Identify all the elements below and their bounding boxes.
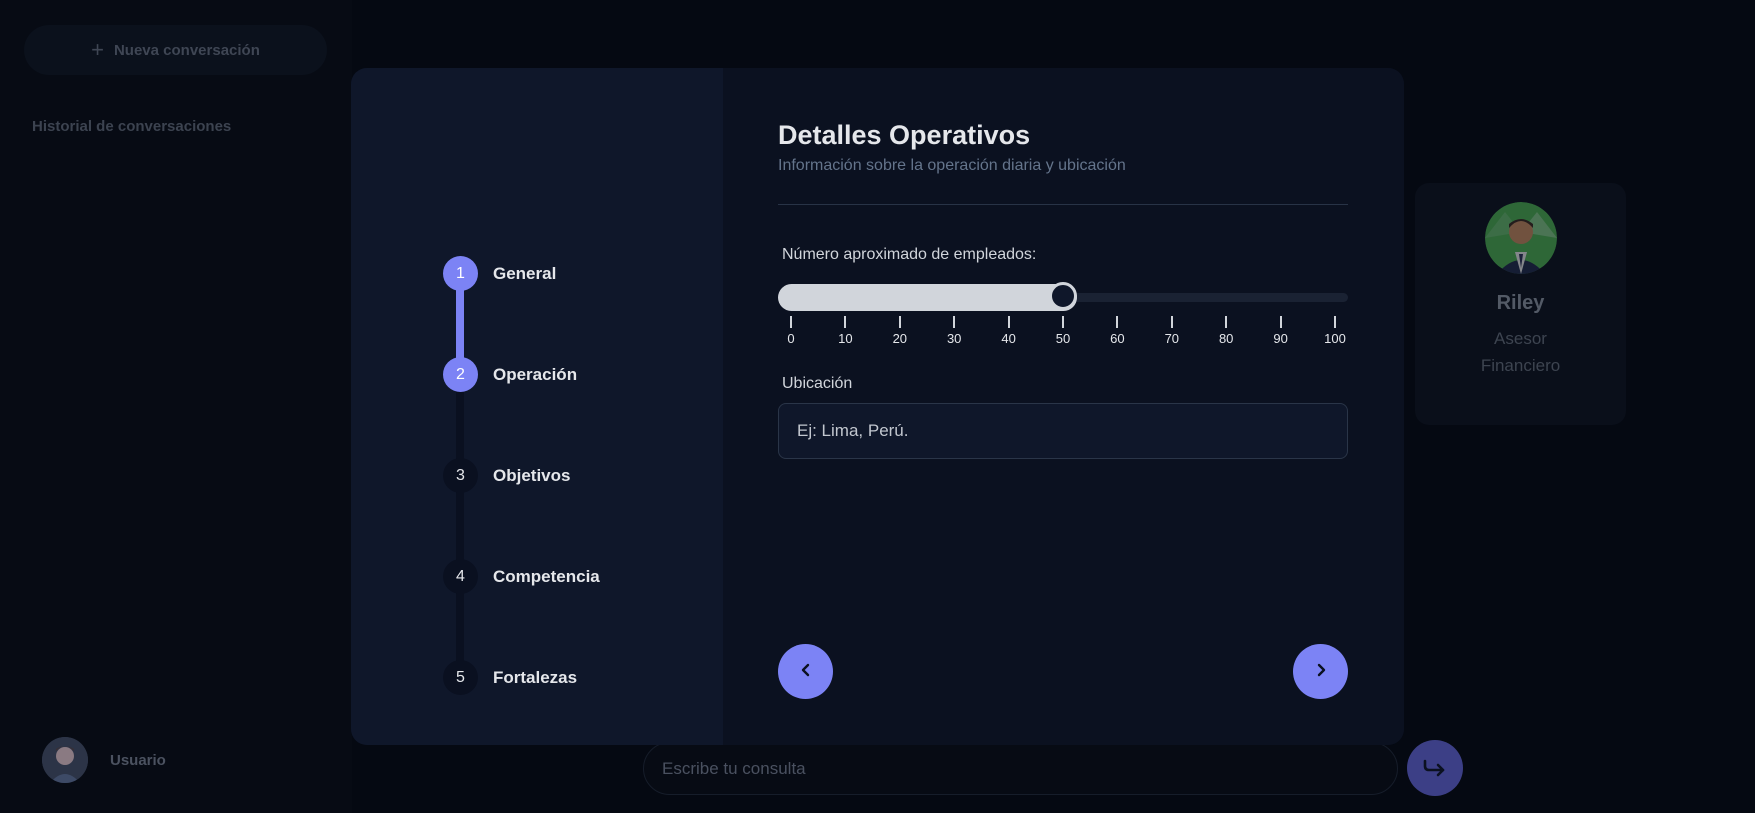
app-root: + Nueva conversación Historial de conver… xyxy=(0,0,1755,813)
advisor-name: Riley xyxy=(1496,292,1545,314)
user-profile[interactable]: Usuario xyxy=(42,737,166,783)
employees-slider[interactable] xyxy=(778,282,1348,311)
user-avatar xyxy=(42,737,88,783)
prev-button[interactable] xyxy=(778,644,833,699)
chevron-right-icon xyxy=(1314,663,1328,680)
advisor-role: Asesor Financiero xyxy=(1481,325,1560,379)
step-label: Objetivos xyxy=(493,465,571,485)
tick-mark xyxy=(898,316,901,328)
onboarding-modal: 1 General 2 Operación 3 Objetivos 4 Competencia… xyxy=(351,68,1404,745)
sidebar: + Nueva conversación Historial de conver… xyxy=(0,0,352,813)
step-label: General xyxy=(493,263,557,283)
step-2[interactable]: 2 Operación xyxy=(443,357,577,392)
advisor-card[interactable]: Riley Asesor Financiero xyxy=(1415,183,1626,425)
chat-input[interactable] xyxy=(662,758,1397,779)
step-4[interactable]: 4 Competencia xyxy=(443,559,600,594)
plus-icon: + xyxy=(91,37,104,62)
step-number: 4 xyxy=(443,559,478,594)
employees-label: Número aproximado de empleados: xyxy=(782,246,1037,263)
tick-mark xyxy=(1170,316,1173,328)
form-title: Detalles Operativos xyxy=(778,120,1031,150)
new-chat-label: Nueva conversación xyxy=(113,41,260,59)
user-name: Usuario xyxy=(110,751,166,769)
step-number: 1 xyxy=(443,256,478,291)
tick-mark xyxy=(1334,316,1336,328)
step-3[interactable]: 3 Objetivos xyxy=(443,458,570,493)
step-1[interactable]: 1 General xyxy=(443,256,556,291)
send-arrow-icon xyxy=(1422,757,1448,780)
tick-label: 10 xyxy=(838,331,853,346)
tick-label: 50 xyxy=(1055,331,1071,346)
tick-label: 40 xyxy=(1001,331,1016,346)
step-number: 3 xyxy=(443,458,478,493)
form-divider xyxy=(778,204,1348,205)
tick-label: 100 xyxy=(1324,331,1346,346)
tick-label: 90 xyxy=(1273,331,1288,346)
tick-mark xyxy=(953,316,956,328)
tick-mark xyxy=(1225,316,1228,328)
history-title: Historial de conversaciones xyxy=(32,118,232,135)
location-input[interactable] xyxy=(797,421,1347,441)
new-chat-button[interactable]: + Nueva conversación xyxy=(24,25,327,75)
employees-slider-ticks: 0 10 20 30 40 50 60 70 80 90 100 xyxy=(778,316,1348,346)
location-field[interactable] xyxy=(778,403,1348,459)
tick-label: 80 xyxy=(1218,331,1234,346)
location-label: Ubicación xyxy=(782,375,853,392)
step-5[interactable]: 5 Fortalezas xyxy=(443,660,577,695)
advisor-role-line2: Financiero xyxy=(1480,356,1561,375)
stepper-panel: 1 General 2 Operación 3 Objetivos 4 Competencia… xyxy=(351,68,723,745)
step-label: Competencia xyxy=(493,566,600,586)
tick-mark xyxy=(1062,316,1064,328)
tick-mark xyxy=(844,316,847,328)
tick-label: 20 xyxy=(892,331,908,346)
step-label: Operación xyxy=(493,364,578,384)
tick-mark xyxy=(790,316,792,328)
employees-slider-fill xyxy=(778,284,1077,311)
tick-label: 0 xyxy=(787,331,795,346)
step-number: 2 xyxy=(443,357,478,392)
next-button[interactable] xyxy=(1293,644,1348,699)
form-subtitle: Información sobre la operación diaria y … xyxy=(778,157,1126,174)
send-button[interactable] xyxy=(1407,740,1463,796)
advisor-avatar xyxy=(1484,202,1557,274)
step-label: Fortalezas xyxy=(493,667,578,687)
tick-mark xyxy=(1007,316,1010,328)
tick-mark xyxy=(1279,316,1282,328)
step-number: 5 xyxy=(443,660,478,695)
advisor-role-line1: Asesor xyxy=(1494,329,1547,348)
tick-mark xyxy=(1116,316,1119,328)
chevron-left-icon xyxy=(799,663,813,680)
tick-label: 30 xyxy=(946,331,962,346)
form-panel: Detalles Operativos Información sobre la… xyxy=(723,68,1404,745)
employees-slider-thumb[interactable] xyxy=(1049,282,1077,310)
tick-label: 60 xyxy=(1110,331,1125,346)
tick-label: 70 xyxy=(1164,331,1180,346)
chat-input-container xyxy=(643,742,1398,795)
